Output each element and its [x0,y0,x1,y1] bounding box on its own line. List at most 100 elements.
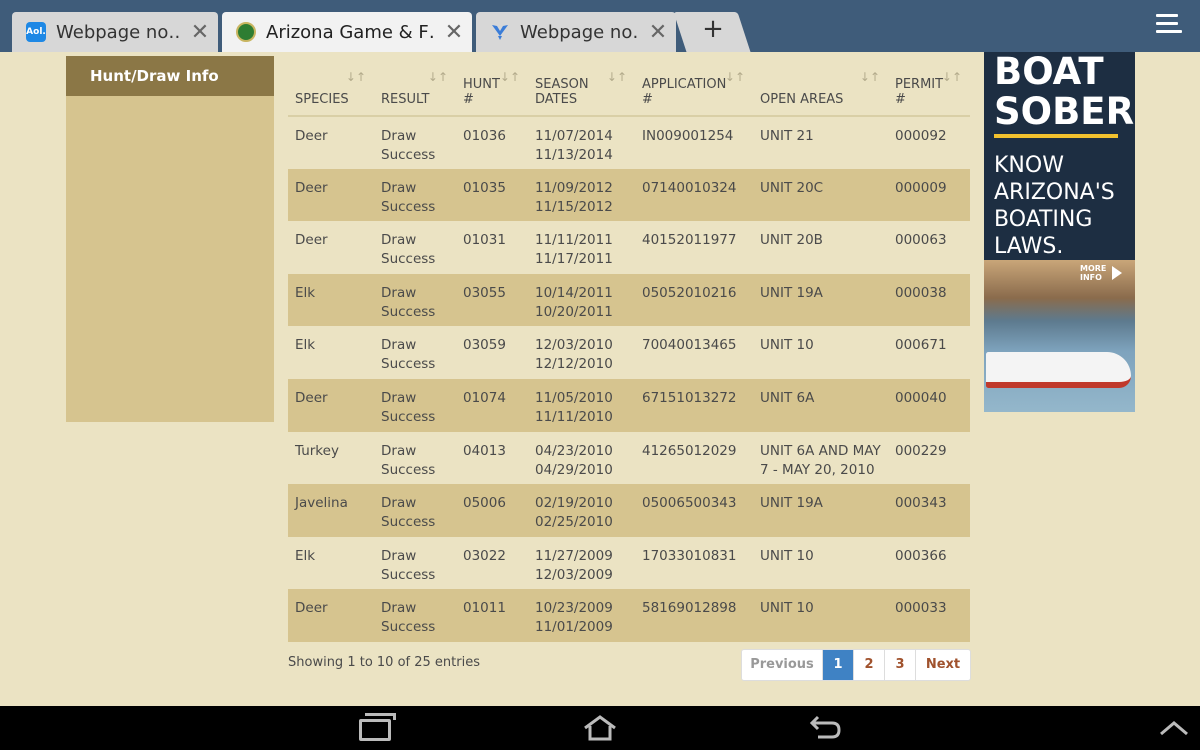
cell-species: Deer [288,378,374,432]
table-row: Deer Draw Success 01036 11/07/2014 11/13/2014… [288,116,970,169]
cell-permit-number: 000343 [888,484,970,537]
sort-icon: ↓↑ [345,70,366,84]
cell-application-number: 05052010216 [635,273,753,327]
cell-application-number: 58169012898 [635,589,753,642]
sort-icon: ↓↑ [606,70,627,84]
play-arrow-icon[interactable] [1112,266,1122,280]
table-row: Deer Draw Success 01031 11/11/2011 11/17/2011… [288,221,970,274]
cell-permit-number: 000229 [888,431,970,485]
sort-icon: ↓↑ [724,70,745,84]
pagination: Previous 1 2 3 Next [741,649,971,681]
cell-open-areas: UNIT 20C [753,168,888,222]
table-row: Elk Draw Success 03055 10/14/2011 10/20/2011 0… [288,273,970,327]
cell-application-number: IN009001254 [635,116,753,169]
cell-permit-number: 000040 [888,378,970,432]
back-icon[interactable] [808,715,842,741]
sort-icon: ↓↑ [941,70,962,84]
cell-hunt-number: 01031 [456,221,528,274]
cell-season-dates: 02/19/2010 02/25/2010 [528,484,635,537]
browser-tab-2[interactable]: Arizona Game & F… ✕ [222,12,472,52]
cell-result: Draw Success [374,431,456,485]
column-header-result[interactable]: RESULT ↓↑ [374,56,456,117]
cell-season-dates: 11/07/2014 11/13/2014 [528,116,635,169]
cell-permit-number: 000009 [888,168,970,222]
cell-species: Deer [288,221,374,274]
cell-result: Draw Success [374,536,456,590]
sort-icon: ↓↑ [859,70,880,84]
cell-open-areas: UNIT 6A [753,378,888,432]
more-info-link[interactable]: MORE INFO [1080,264,1106,282]
cell-open-areas: UNIT 19A [753,273,888,327]
column-header-application[interactable]: APPLICATION # ↓↑ [635,56,753,117]
boat-image [986,352,1131,388]
boat-sober-ad[interactable]: BOAT SOBER KNOW ARIZONA'S BOATING LAWS. … [984,52,1135,412]
cell-open-areas: UNIT 21 [753,116,888,169]
cell-application-number: 17033010831 [635,536,753,590]
ad-boat-photo [984,260,1135,412]
plus-icon[interactable]: + [698,14,728,44]
cell-season-dates: 10/23/2009 11/01/2009 [528,589,635,642]
tab-title: Arizona Game & F… [266,21,436,43]
table-info: Showing 1 to 10 of 25 entries [288,655,480,670]
cell-result: Draw Success [374,168,456,222]
cell-species: Elk [288,536,374,590]
home-icon[interactable] [582,714,618,742]
cell-season-dates: 11/05/2010 11/11/2010 [528,378,635,432]
browser-tab-3[interactable]: Webpage no… ✕ [476,12,676,52]
cell-open-areas: UNIT 10 [753,536,888,590]
cell-result: Draw Success [374,484,456,537]
cell-hunt-number: 01011 [456,589,528,642]
cell-hunt-number: 03022 [456,536,528,590]
cell-open-areas: UNIT 6A AND MAY 7 - MAY 20, 2010 [753,431,888,485]
cell-hunt-number: 01035 [456,168,528,222]
tab-title: Webpage no… [56,21,182,43]
cell-result: Draw Success [374,589,456,642]
cell-result: Draw Success [374,378,456,432]
page-3-button[interactable]: 3 [885,650,916,680]
previous-page-button[interactable]: Previous [742,650,823,680]
sidebar-item-hunt-draw-info[interactable]: Hunt/Draw Info [66,56,274,96]
table-row: Deer Draw Success 01011 10/23/2009 11/01/2009… [288,589,970,642]
table-row: Deer Draw Success 01074 11/05/2010 11/11/2010… [288,378,970,432]
aol-icon: Aol. [26,22,46,42]
azgfd-logo-icon [236,22,256,42]
page-2-button[interactable]: 2 [854,650,885,680]
cell-hunt-number: 01036 [456,116,528,169]
blue-bird-icon [490,22,510,42]
cell-permit-number: 000063 [888,221,970,274]
browser-tab-1[interactable]: Aol. Webpage no… ✕ [12,12,218,52]
cell-application-number: 05006500343 [635,484,753,537]
cell-open-areas: UNIT 10 [753,326,888,379]
close-tab-icon[interactable]: ✕ [436,20,472,45]
table-row: Elk Draw Success 03059 12/03/2010 12/12/2010 7… [288,326,970,379]
sort-icon: ↓↑ [499,70,520,84]
ad-title: BOAT SOBER [994,52,1135,133]
recent-apps-icon[interactable] [359,713,396,741]
cell-species: Elk [288,326,374,379]
cell-result: Draw Success [374,273,456,327]
column-header-species[interactable]: SPECIES ↓↑ [288,56,374,117]
cell-permit-number: 000038 [888,273,970,327]
cell-result: Draw Success [374,326,456,379]
column-header-open-areas[interactable]: OPEN AREAS ↓↑ [753,56,888,117]
browser-tab-bar: Aol. Webpage no… ✕ Arizona Game & F… ✕ W… [0,0,1200,52]
cell-permit-number: 000033 [888,589,970,642]
chevron-up-icon[interactable] [1158,718,1190,738]
tab-title: Webpage no… [520,21,640,43]
column-header-season-dates[interactable]: SEASON DATES ↓↑ [528,56,635,117]
cell-species: Deer [288,116,374,169]
page-1-button[interactable]: 1 [823,650,854,680]
table-row: Turkey Draw Success 04013 04/23/2010 04/29/20… [288,431,970,485]
close-tab-icon[interactable]: ✕ [182,20,218,45]
table-header-row: SPECIES ↓↑ RESULT ↓↑ HUNT # ↓↑ SEASON DATES ↓↑… [288,56,970,117]
cell-hunt-number: 03059 [456,326,528,379]
cell-hunt-number: 03055 [456,273,528,327]
column-header-permit[interactable]: PERMIT # ↓↑ [888,56,970,117]
menu-icon[interactable] [1156,14,1184,38]
cell-species: Deer [288,168,374,222]
cell-species: Deer [288,589,374,642]
cell-season-dates: 11/09/2012 11/15/2012 [528,168,635,222]
next-page-button[interactable]: Next [916,650,970,680]
column-header-hunt[interactable]: HUNT # ↓↑ [456,56,528,117]
close-tab-icon[interactable]: ✕ [640,20,676,45]
